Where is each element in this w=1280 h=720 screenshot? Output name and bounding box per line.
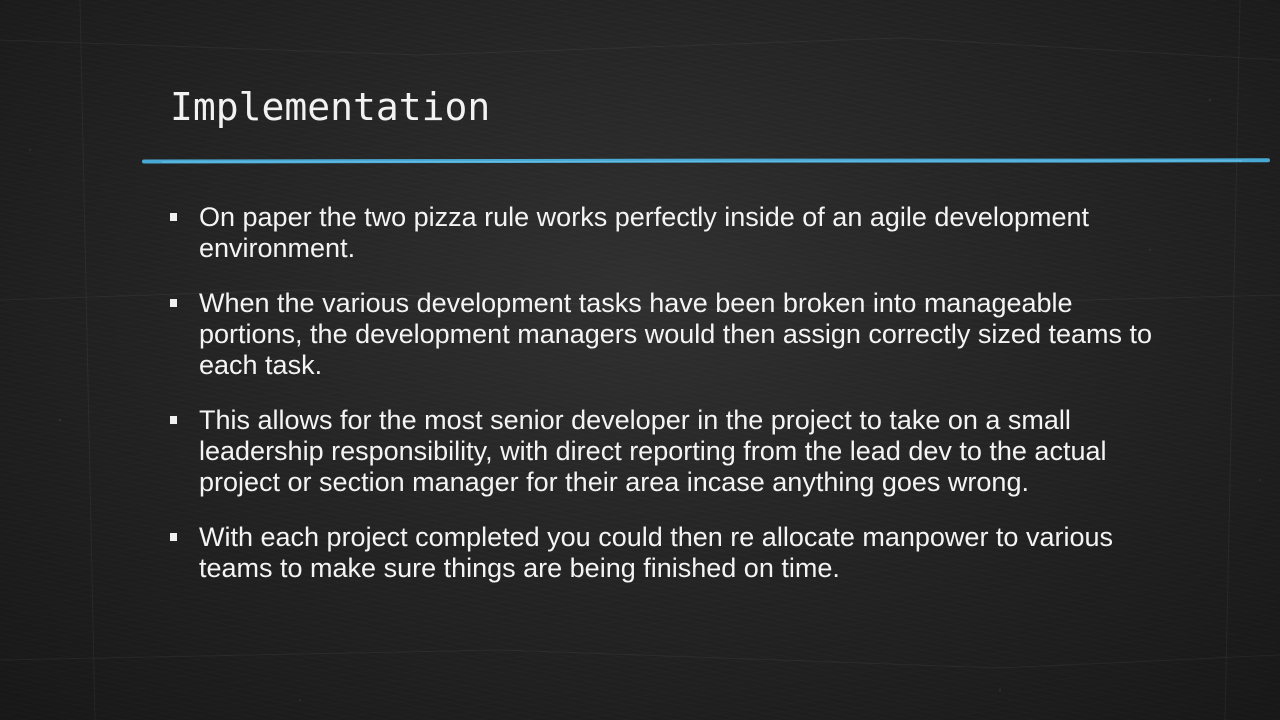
bullet-text: With each project completed you could th… — [199, 522, 1113, 583]
square-bullet-icon — [170, 416, 177, 424]
bullet-item-1: On paper the two pizza rule works perfec… — [168, 202, 1168, 264]
bullet-text: When the various development tasks have … — [199, 288, 1153, 380]
square-bullet-icon — [170, 533, 177, 541]
bullet-text: This allows for the most senior develope… — [199, 405, 1107, 497]
title-underline — [142, 158, 1270, 164]
slide-title: Implementation — [170, 85, 491, 129]
square-bullet-icon — [170, 213, 177, 221]
bullet-item-4: With each project completed you could th… — [168, 522, 1168, 584]
bullet-item-2: When the various development tasks have … — [168, 288, 1168, 381]
bullet-text: On paper the two pizza rule works perfec… — [199, 202, 1089, 263]
bullet-item-3: This allows for the most senior develope… — [168, 405, 1168, 498]
slide: Implementation On paper the two pizza ru… — [0, 0, 1280, 720]
bullet-list: On paper the two pizza rule works perfec… — [168, 202, 1168, 608]
square-bullet-icon — [170, 299, 177, 307]
